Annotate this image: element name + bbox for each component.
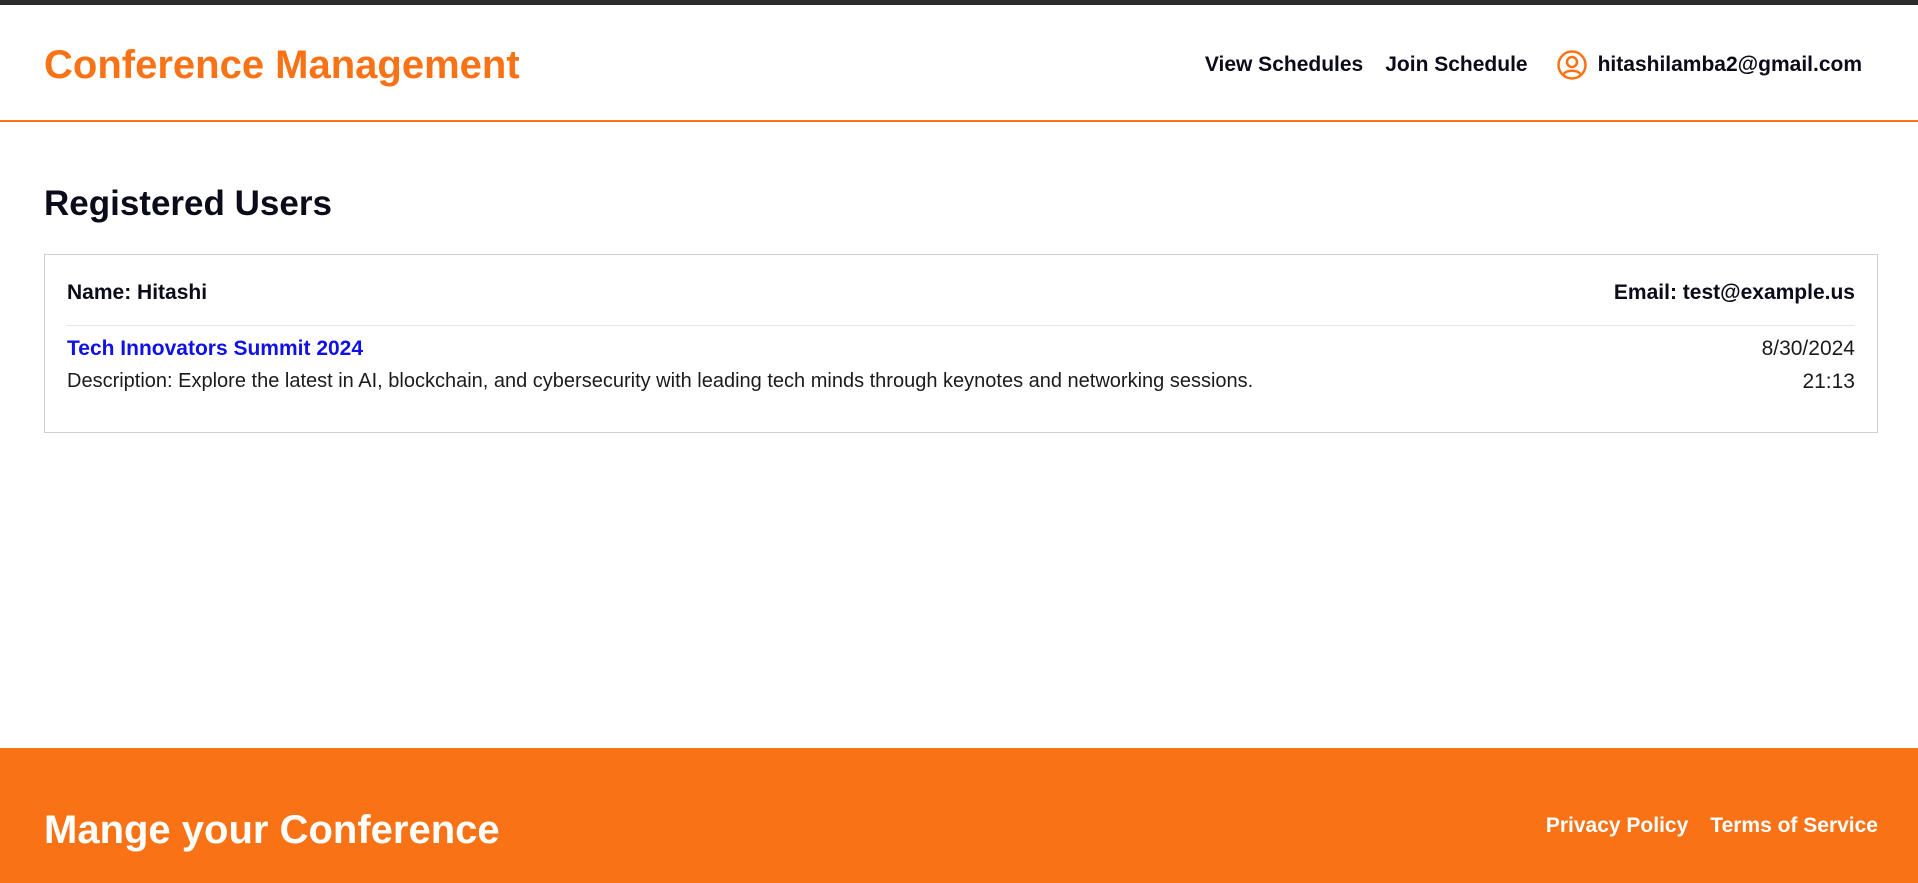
user-menu[interactable]: hitashilamba2@gmail.com xyxy=(1556,49,1862,81)
event-time: 21:13 xyxy=(1802,370,1855,393)
privacy-policy-link[interactable]: Privacy Policy xyxy=(1546,814,1688,838)
user-card-header: Name: Hitashi Email: test@example.us xyxy=(67,281,1855,326)
brand-title[interactable]: Conference Management xyxy=(44,43,520,88)
event-description: Description: Explore the latest in AI, b… xyxy=(67,370,1254,392)
app-header: Conference Management View Schedules Joi… xyxy=(0,5,1918,122)
event-title-link[interactable]: Tech Innovators Summit 2024 xyxy=(67,337,363,361)
nav-join-schedule-link[interactable]: Join Schedule xyxy=(1385,53,1527,77)
event-datetime: 8/30/2024 21:13 xyxy=(1762,332,1855,398)
footer-links: Privacy Policy Terms of Service xyxy=(1546,814,1878,838)
top-nav: View Schedules Join Schedule hitashilamb… xyxy=(1205,49,1862,81)
user-email-label: Email: test@example.us xyxy=(1613,281,1855,304)
user-name: Name: Hitashi xyxy=(67,281,208,304)
page-title: Registered Users xyxy=(44,184,332,223)
user-circle-icon xyxy=(1556,50,1587,80)
terms-of-service-link[interactable]: Terms of Service xyxy=(1710,814,1878,838)
footer-title: Mange your Conference xyxy=(44,808,500,852)
user-card: Name: Hitashi Email: test@example.us Tec… xyxy=(44,254,1878,433)
app-footer: Mange your Conference Privacy Policy Ter… xyxy=(0,748,1918,883)
event-date: 8/30/2024 xyxy=(1761,337,1855,360)
nav-view-schedules-link[interactable]: View Schedules xyxy=(1205,53,1363,77)
user-email: hitashilamba2@gmail.com xyxy=(1597,53,1862,76)
